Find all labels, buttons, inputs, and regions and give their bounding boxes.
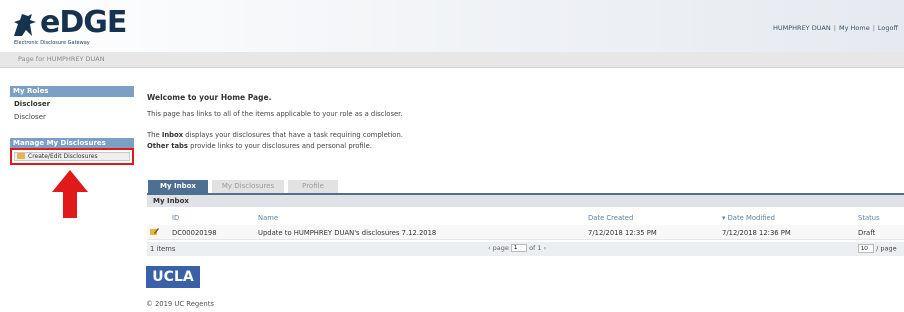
other-tabs-description: Other tabs provide links to your disclos… xyxy=(147,142,372,150)
role-discloser-active[interactable]: Discloser xyxy=(14,100,50,108)
eagle-logo-icon xyxy=(14,14,36,36)
row-id: DC00020198 xyxy=(172,229,217,237)
inbox-keyword: Inbox xyxy=(161,131,184,139)
column-header-date-modified[interactable]: ▾ Date Modified xyxy=(722,214,775,222)
row-name-link[interactable]: Update to HUMPHREY DUAN's disclosures 7.… xyxy=(258,229,436,237)
app-logo-text[interactable]: eDGE xyxy=(40,6,127,40)
per-page-label: / page xyxy=(876,244,897,253)
page-for-label: Page for HUMPHREY DUAN xyxy=(18,55,105,63)
tab-profile[interactable]: Profile xyxy=(288,180,338,193)
column-header-id[interactable]: ID xyxy=(172,214,179,222)
page-number-input[interactable] xyxy=(510,244,527,252)
intro-text: This page has links to all of the items … xyxy=(147,110,403,118)
link-separator: | xyxy=(872,24,875,32)
app-header xyxy=(0,0,904,52)
my-home-link[interactable]: My Home xyxy=(839,24,870,32)
my-roles-heading: My Roles xyxy=(10,86,134,97)
copyright-text: © 2019 UC Regents xyxy=(146,300,214,308)
pagination: ‹ page of 1 › xyxy=(488,244,546,252)
inbox-table-title: My Inbox xyxy=(147,195,904,207)
create-edit-label: Create/Edit Disclosures xyxy=(28,153,98,160)
inbox-rest: displays your disclosures that have a ta… xyxy=(183,131,403,139)
per-page-control: / page xyxy=(858,244,897,253)
top-user-links: HUMPHREY DUAN | My Home | Logoff xyxy=(773,24,898,32)
next-page-button[interactable]: of 1 › xyxy=(529,244,546,252)
user-name: HUMPHREY DUAN xyxy=(773,24,831,32)
tab-my-disclosures[interactable]: My Disclosures xyxy=(212,180,284,193)
logoff-link[interactable]: Logoff xyxy=(878,24,898,32)
prev-page-button[interactable]: ‹ page xyxy=(488,244,509,252)
red-up-arrow-icon xyxy=(52,170,88,218)
row-date-created: 7/12/2018 12:35 PM xyxy=(588,229,657,237)
edit-disclosure-icon[interactable] xyxy=(150,227,159,236)
folder-icon xyxy=(17,153,25,159)
app-logo-subtitle: Electronic Disclosure Gateway xyxy=(14,40,90,46)
inbox-description: The Inbox displays your disclosures that… xyxy=(147,131,403,139)
other-tabs-rest: provide links to your disclosures and pe… xyxy=(187,142,372,150)
other-tabs-keyword: Other tabs xyxy=(147,142,188,150)
row-date-modified: 7/12/2018 12:36 PM xyxy=(722,229,791,237)
column-header-date-created[interactable]: Date Created xyxy=(588,214,633,222)
inbox-pre: The xyxy=(147,131,162,139)
link-separator: | xyxy=(833,24,836,32)
tab-my-inbox[interactable]: My Inbox xyxy=(148,180,208,193)
create-edit-disclosures-button[interactable]: Create/Edit Disclosures xyxy=(14,152,130,161)
column-header-status[interactable]: Status xyxy=(858,214,880,222)
welcome-heading: Welcome to your Home Page. xyxy=(147,93,272,102)
items-count: 1 items xyxy=(150,245,176,253)
ucla-logo: UCLA xyxy=(146,266,200,288)
per-page-input[interactable] xyxy=(858,244,874,253)
role-discloser-link[interactable]: Discloser xyxy=(14,113,46,121)
row-status: Draft xyxy=(858,229,876,237)
sub-header-bar xyxy=(0,52,904,68)
column-header-name[interactable]: Name xyxy=(258,214,278,222)
